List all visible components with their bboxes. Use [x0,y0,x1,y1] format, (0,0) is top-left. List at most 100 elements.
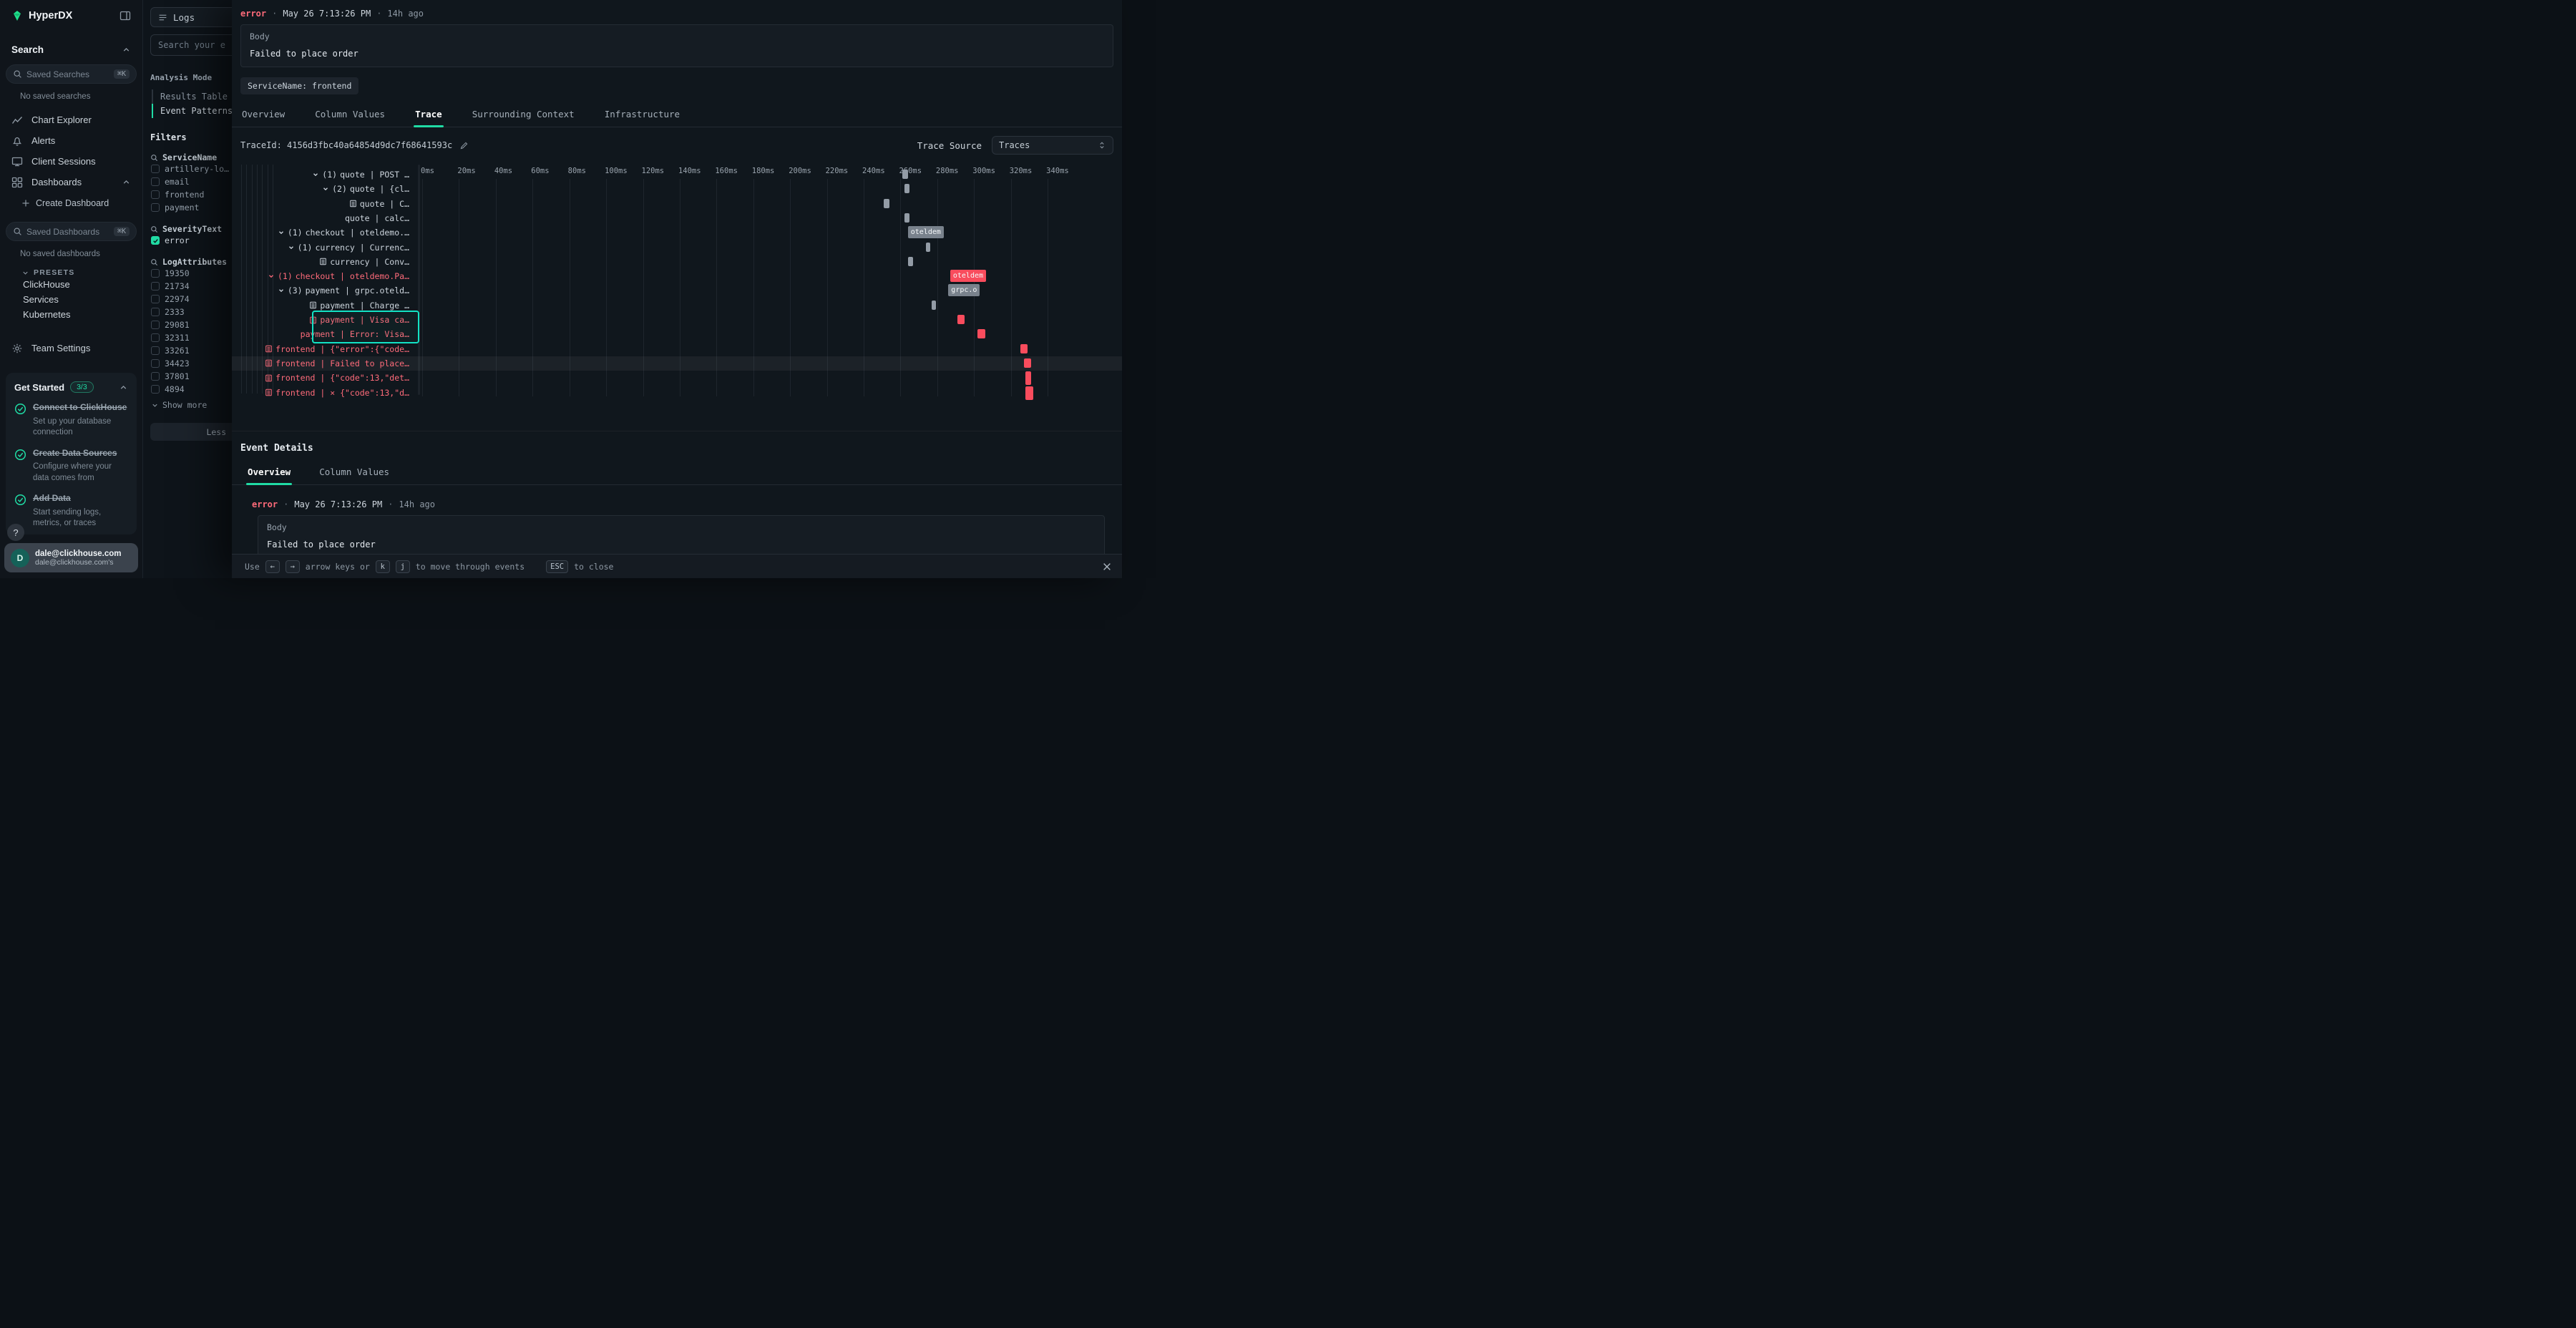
checkbox[interactable] [151,321,160,329]
checkbox[interactable] [151,372,160,381]
search-icon [150,225,158,233]
checkbox[interactable] [151,385,160,394]
checkbox[interactable] [151,333,160,342]
trace-span-row[interactable]: frontend | Failed to place… [232,356,1122,371]
event-details-tab-overview[interactable]: Overview [246,461,292,484]
checkbox[interactable] [151,177,160,186]
trace-span-bar[interactable] [932,301,936,310]
trace-span-bar[interactable] [957,315,965,324]
trace-span-bar[interactable] [904,184,910,193]
trace-span-row[interactable]: (1)quote | POST … [232,167,1122,182]
trace-span-row[interactable]: (2)quote | {cl… [232,182,1122,196]
footer-close-text: to close [574,562,613,572]
trace-span-row[interactable]: (1)checkout | oteldemo.Pa…oteldem [232,269,1122,283]
preset-item-clickhouse[interactable]: ClickHouse [0,277,142,292]
trace-span-row[interactable]: frontend | × {"code":13,"d… [232,386,1122,400]
sidebar-item-team-settings[interactable]: Team Settings [0,338,142,358]
trace-span-row[interactable]: payment | Charge … [232,298,1122,313]
event-details-tab-column-values[interactable]: Column Values [318,461,391,484]
search-icon [13,227,22,236]
checkbox[interactable] [151,359,160,368]
trace-span-row[interactable]: quote | C… [232,197,1122,211]
event-details-tabs: Overview Column Values [232,461,1122,485]
get-started-header[interactable]: Get Started 3/3 [14,381,128,393]
checkbox[interactable] [151,165,160,173]
search-section-header[interactable]: Search [0,44,142,55]
trace-span-bar[interactable] [1025,386,1033,400]
trace-span-row[interactable]: currency | Conv… [232,255,1122,269]
create-dashboard-button[interactable]: Create Dashboard [0,194,142,213]
checkbox[interactable] [151,190,160,199]
saved-dashboards-field[interactable] [26,227,109,237]
trace-span-row[interactable]: frontend | {"error":{"code… [232,342,1122,356]
help-button[interactable]: ? [7,524,24,541]
tab-surrounding-context[interactable]: Surrounding Context [471,103,576,127]
sidebar-item-alerts[interactable]: Alerts [0,130,142,151]
checkbox[interactable] [151,346,160,355]
close-icon[interactable] [1102,562,1112,572]
sidebar-item-dashboards[interactable]: Dashboards [0,172,142,192]
chevron-down-icon[interactable] [312,171,319,178]
chevron-down-icon[interactable] [322,185,329,192]
chevron-down-icon [21,269,29,277]
trace-span-row[interactable]: (3)payment | grpc.oteld…grpc.o [232,283,1122,298]
trace-span-bar[interactable] [908,257,914,266]
chevron-down-icon[interactable] [278,287,285,294]
trace-span-row[interactable]: quote | calc… [232,211,1122,225]
checkbox[interactable] [151,203,160,212]
trace-span-row[interactable]: payment | Visa ca… [232,313,1122,327]
edit-trace-id-icon[interactable] [459,141,469,150]
chevron-down-icon[interactable] [288,244,295,251]
saved-searches-input[interactable]: ⌘K [6,64,137,84]
user-menu[interactable]: D dale@clickhouse.com dale@clickhouse.co… [4,543,138,572]
trace-span-bar[interactable] [884,199,889,208]
service-name-tag[interactable]: ServiceName: frontend [240,77,358,94]
trace-span-row[interactable]: frontend | {"code":13,"det… [232,371,1122,385]
trace-span-row[interactable]: payment | Error: Visa… [232,327,1122,341]
trace-span-row[interactable]: (1)checkout | oteldemo.…oteldem [232,225,1122,240]
preset-item-services[interactable]: Services [0,292,142,307]
tab-infrastructure[interactable]: Infrastructure [603,103,681,127]
trace-source-select[interactable]: Traces [992,136,1113,155]
trace-span-bar[interactable] [1025,371,1031,385]
trace-span-bar[interactable]: grpc.o [948,284,980,296]
checkbox[interactable] [151,236,160,245]
trace-span-bar[interactable] [904,213,910,223]
trace-span-label: frontend | Failed to place… [232,356,414,371]
checkbox[interactable] [151,295,160,303]
saved-dashboards-input[interactable]: ⌘K [6,222,137,241]
tab-overview[interactable]: Overview [240,103,286,127]
preset-item-kubernetes[interactable]: Kubernetes [0,307,142,322]
get-started-step-texts: Add DataStart sending logs, metrics, or … [33,493,128,529]
trace-span-bar[interactable]: oteldem [908,226,944,238]
tab-trace[interactable]: Trace [414,103,444,127]
check-circle-icon [14,403,26,439]
filter-value-label: artillery-loa… [165,164,233,174]
trace-span-bar[interactable] [1024,358,1031,368]
trace-span-label: (1)currency | Currenc… [232,240,414,255]
collapse-sidebar-icon[interactable] [119,10,131,21]
trace-span-label: payment | Charge … [232,298,414,313]
trace-span-label: quote | calc… [232,211,414,225]
presets-toggle[interactable]: PRESETS [0,268,142,277]
log-icon [309,316,317,324]
trace-span-bar[interactable] [926,243,930,252]
span-text: quote | calc… [345,213,409,223]
trace-span-bar[interactable] [1020,344,1028,353]
sidebar-item-client-sessions[interactable]: Client Sessions [0,151,142,172]
get-started-steps: Connect to ClickHouseSet up your databas… [14,402,128,529]
saved-searches-field[interactable] [26,69,109,79]
chevron-down-icon[interactable] [268,273,275,280]
trace-source-wrap: Trace Source Traces [917,136,1113,155]
checkbox[interactable] [151,308,160,316]
trace-span-row[interactable]: (1)currency | Currenc… [232,240,1122,255]
tab-column-values[interactable]: Column Values [313,103,386,127]
trace-span-bar[interactable] [977,329,985,338]
sidebar-item-chart-explorer[interactable]: Chart Explorer [0,109,142,130]
checkbox[interactable] [151,269,160,278]
trace-span-bar[interactable]: oteldem [950,270,986,282]
get-started-step-texts: Connect to ClickHouseSet up your databas… [33,402,128,439]
checkbox[interactable] [151,282,160,290]
chevron-down-icon[interactable] [278,229,285,236]
trace-span-bar[interactable] [902,170,908,179]
